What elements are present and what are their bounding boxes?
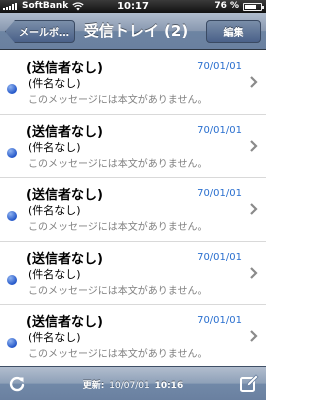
chevron-right-icon	[250, 203, 258, 215]
message-preview: このメッセージには本文がありません。	[28, 158, 208, 170]
message-subject: (件名なし)	[28, 267, 81, 281]
message-date: 70/01/01	[197, 61, 242, 72]
message-sender: (送信者なし)	[26, 61, 103, 76]
message-sender: (送信者なし)	[26, 315, 103, 330]
updated-label: 更新:	[82, 381, 105, 391]
message-sender: (送信者なし)	[26, 188, 103, 203]
unread-dot-icon	[7, 84, 17, 94]
edit-button[interactable]: 編集	[206, 20, 261, 43]
message-subject: (件名なし)	[28, 140, 81, 154]
message-sender: (送信者なし)	[26, 251, 103, 267]
message-sender: (送信者なし)	[26, 124, 103, 140]
unread-dot-icon	[7, 147, 17, 158]
chevron-right-icon	[250, 76, 258, 88]
battery-percent: 76 %	[214, 1, 239, 11]
message-row[interactable]: (送信者なし) 70/01/01 (件名なし) このメッセージには本文がありません。	[0, 114, 266, 178]
mailboxes-back-button[interactable]: メールボ…	[5, 20, 75, 43]
page-title: 受信トレイ (2)	[83, 22, 189, 40]
message-preview: このメッセージには本文がありません。	[28, 285, 208, 297]
message-row[interactable]: (送信者なし) 70/01/01 (件名なし) このメッセージには本文がありません。	[0, 51, 266, 115]
chevron-right-icon	[250, 330, 258, 342]
compose-icon[interactable]	[239, 374, 259, 394]
message-list: (送信者なし) 70/01/01 (件名なし) このメッセージには本文がありません。(…	[0, 51, 266, 366]
bottom-toolbar: 更新: 10/07/01 10:16	[0, 366, 266, 400]
message-date: 70/01/01	[197, 251, 242, 263]
message-preview: このメッセージには本文がありません。	[28, 95, 208, 106]
message-row[interactable]: (送信者なし) 70/01/01 (件名なし) このメッセージには本文がありません。	[0, 241, 266, 305]
unread-dot-icon	[7, 274, 17, 285]
message-preview: このメッセージには本文がありません。	[28, 222, 208, 233]
unread-dot-icon	[7, 211, 17, 221]
chevron-right-icon	[250, 139, 258, 152]
chevron-right-icon	[250, 266, 258, 279]
navigation-bar: メールボ… 受信トレイ (2) 編集	[0, 13, 266, 50]
unread-dot-icon	[7, 338, 17, 348]
last-updated: 更新: 10/07/01 10:16	[0, 378, 266, 391]
message-date: 70/01/01	[197, 188, 242, 199]
updated-time: 10:16	[154, 381, 184, 391]
message-row[interactable]: (送信者なし) 70/01/01 (件名なし) このメッセージには本文がありません。	[0, 178, 266, 242]
message-subject: (件名なし)	[28, 77, 81, 90]
message-date: 70/01/01	[197, 124, 242, 136]
updated-date: 10/07/01	[109, 381, 150, 391]
message-subject: (件名なし)	[28, 331, 81, 344]
message-row[interactable]: (送信者なし) 70/01/01 (件名なし) このメッセージには本文がありません。	[0, 305, 266, 366]
message-preview: このメッセージには本文がありません。	[28, 349, 208, 360]
battery-icon	[243, 3, 264, 11]
message-subject: (件名なし)	[28, 204, 81, 217]
message-date: 70/01/01	[197, 315, 242, 326]
status-bar: SoftBank 10:17 76 %	[0, 0, 266, 13]
